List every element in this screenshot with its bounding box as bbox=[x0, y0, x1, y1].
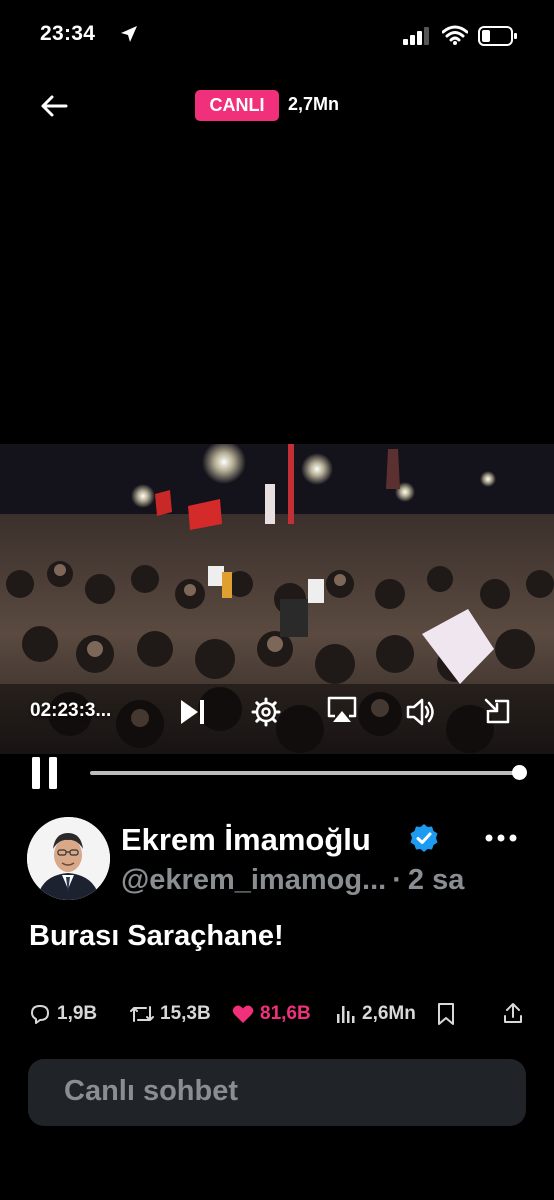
cellular-signal-icon bbox=[403, 27, 429, 45]
playback-time: 02:23:3... bbox=[30, 700, 112, 721]
reply-button[interactable]: 1,9B bbox=[28, 1000, 97, 1028]
share-icon[interactable] bbox=[501, 1001, 525, 1025]
battery-icon bbox=[478, 26, 517, 46]
retweet-count: 15,3B bbox=[160, 1003, 211, 1024]
progress-track[interactable] bbox=[90, 771, 524, 775]
like-button[interactable]: 81,6B bbox=[231, 1000, 311, 1028]
user-handle[interactable]: @ekrem_imamog... bbox=[121, 864, 386, 896]
reply-count: 1,9B bbox=[57, 1003, 98, 1024]
location-arrow-icon bbox=[121, 26, 137, 42]
volume-icon[interactable] bbox=[404, 696, 436, 728]
skip-to-live-icon[interactable] bbox=[176, 696, 208, 728]
back-arrow-icon[interactable] bbox=[38, 90, 70, 122]
pause-icon[interactable] bbox=[30, 756, 60, 790]
heart-filled-icon bbox=[232, 1005, 254, 1023]
more-options-icon[interactable] bbox=[483, 823, 519, 853]
tweet-age: 2 sa bbox=[407, 864, 465, 896]
avatar[interactable] bbox=[27, 817, 110, 900]
settings-gear-icon[interactable] bbox=[250, 696, 282, 728]
handle-row: @ekrem_imamog... · 2 sa bbox=[121, 864, 521, 897]
retweet-icon bbox=[130, 1006, 154, 1022]
like-count: 81,6B bbox=[260, 1003, 311, 1024]
reply-icon bbox=[31, 1005, 49, 1024]
bookmark-icon[interactable] bbox=[436, 1002, 456, 1026]
profile-photo bbox=[27, 817, 110, 900]
tweet-text: Burası Saraçhane! bbox=[29, 920, 284, 952]
views-button[interactable]: 2,6Mn bbox=[335, 1000, 416, 1028]
retweet-button[interactable]: 15,3B bbox=[129, 1000, 211, 1028]
picture-in-picture-icon[interactable] bbox=[482, 696, 514, 728]
views-chart-icon bbox=[337, 1006, 355, 1023]
separator-dot: · bbox=[392, 864, 402, 896]
live-badge: CANLI bbox=[195, 90, 279, 121]
live-chat-placeholder: Canlı sohbet bbox=[64, 1075, 239, 1107]
wifi-icon bbox=[442, 25, 468, 45]
progress-thumb[interactable] bbox=[512, 765, 528, 780]
status-time: 23:34 bbox=[40, 22, 96, 45]
airplay-icon[interactable] bbox=[326, 694, 358, 726]
verified-badge-icon bbox=[410, 824, 438, 852]
view-count: 2,6Mn bbox=[362, 1003, 416, 1024]
viewer-count: 2,7Mn bbox=[288, 94, 340, 114]
display-name[interactable]: Ekrem İmamoğlu bbox=[121, 822, 371, 858]
